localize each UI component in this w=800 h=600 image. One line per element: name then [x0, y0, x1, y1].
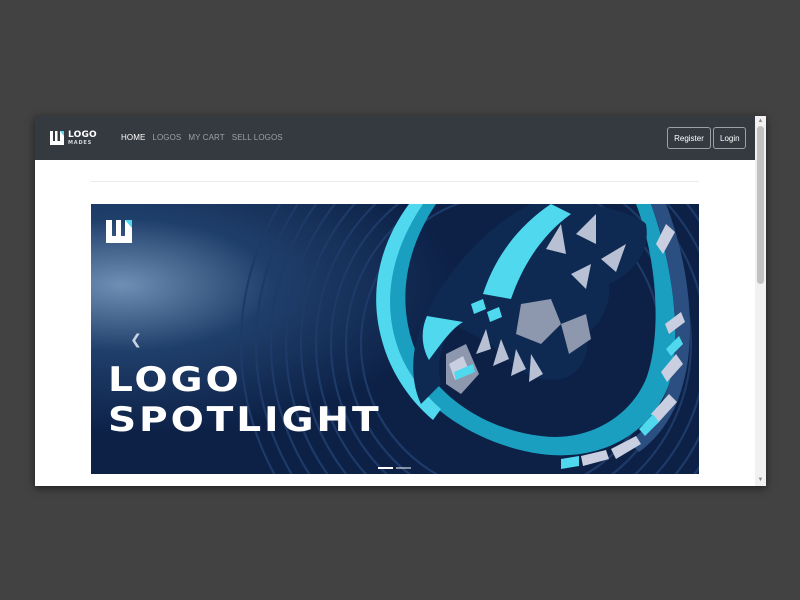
nav-home[interactable]: HOME — [121, 133, 145, 142]
carousel-indicator-1[interactable] — [378, 467, 393, 469]
nav-logos[interactable]: LOGOS — [152, 133, 181, 142]
chevron-left-icon[interactable]: ❮ — [129, 330, 143, 348]
page-viewport: LOGO MADES HOME LOGOS MY CART SELL LOGOS… — [35, 116, 755, 486]
scroll-thumb[interactable] — [757, 126, 764, 284]
scroll-down-icon[interactable]: ▼ — [755, 475, 766, 486]
carousel-indicator-2[interactable] — [396, 467, 411, 469]
auth-buttons: Register Login — [667, 127, 746, 149]
hero-carousel: ❮ LOGO SPOTLIGHT — [91, 204, 699, 474]
register-button[interactable]: Register — [667, 127, 711, 149]
carousel-indicators — [378, 467, 411, 469]
brand-subname: MADES — [68, 139, 93, 146]
brand-name: LOGO — [68, 129, 97, 140]
section-divider — [91, 181, 699, 182]
banner-logo-icon — [106, 220, 132, 243]
nav-my-cart[interactable]: MY CART — [188, 133, 224, 142]
headline-line-2: SPOTLIGHT — [108, 400, 382, 440]
headline-line-1: LOGO — [108, 360, 242, 400]
logo-mark-icon — [50, 131, 64, 145]
top-navbar: LOGO MADES HOME LOGOS MY CART SELL LOGOS… — [35, 116, 755, 160]
banner-headline: LOGO SPOTLIGHT — [108, 360, 382, 440]
main-nav: HOME LOGOS MY CART SELL LOGOS — [121, 133, 283, 142]
browser-window: LOGO MADES HOME LOGOS MY CART SELL LOGOS… — [35, 116, 766, 486]
vertical-scrollbar[interactable]: ▲ ▼ — [755, 116, 766, 486]
brand-logo[interactable]: LOGO MADES — [48, 129, 104, 147]
login-button[interactable]: Login — [713, 127, 746, 149]
nav-sell-logos[interactable]: SELL LOGOS — [232, 133, 283, 142]
